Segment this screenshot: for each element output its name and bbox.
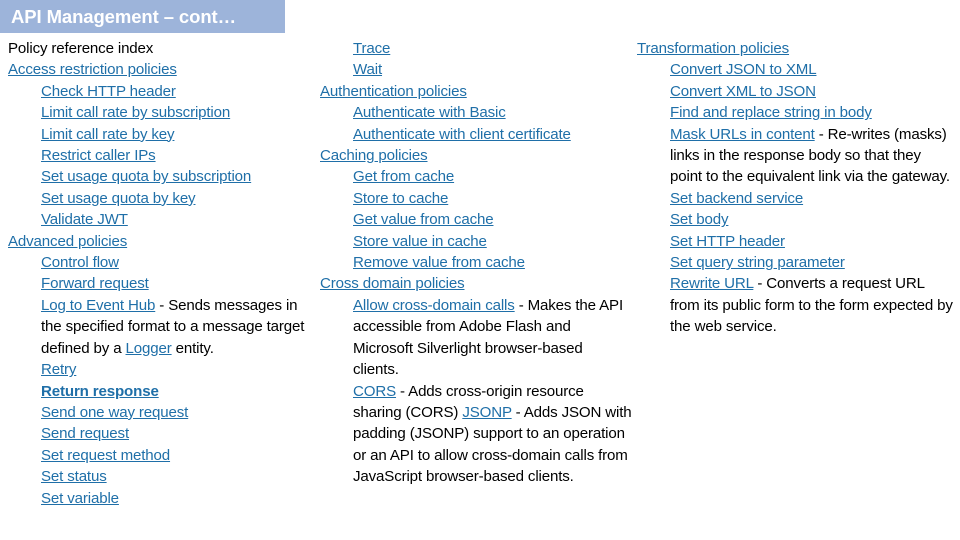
policy-entry-set-request-method[interactable]: Set request method xyxy=(8,445,318,466)
policy-link-get-value-from-cache[interactable]: Get value from cache xyxy=(353,211,494,228)
policy-entry-access-restriction-policies[interactable]: Access restriction policies xyxy=(8,59,318,80)
policy-entry-set-status[interactable]: Set status xyxy=(8,466,318,487)
policy-link-get-from-cache[interactable]: Get from cache xyxy=(353,168,454,185)
policy-entry-advanced-policies[interactable]: Advanced policies xyxy=(8,231,318,252)
policy-entry-set-query-string-parameter[interactable]: Set query string parameter xyxy=(637,252,955,273)
policy-entry-caching-policies[interactable]: Caching policies xyxy=(320,145,632,166)
policy-entry-transformation-policies[interactable]: Transformation policies xyxy=(637,38,955,59)
policy-link-limit-call-rate-by-subscription[interactable]: Limit call rate by subscription xyxy=(41,104,230,121)
policy-entry-log-to-event-hub[interactable]: Log to Event Hub - Sends messages in the… xyxy=(8,295,318,359)
policy-link-rewrite-url-0[interactable]: Rewrite URL xyxy=(670,275,753,292)
slide-title-bar: API Management – cont… xyxy=(0,0,285,33)
policy-entry-authentication-policies[interactable]: Authentication policies xyxy=(320,81,632,102)
policy-entry-wait[interactable]: Wait xyxy=(320,59,632,80)
policy-entry-find-and-replace-string-in-body[interactable]: Find and replace string in body xyxy=(637,102,955,123)
policy-link-set-backend-service[interactable]: Set backend service xyxy=(670,190,803,207)
policy-entry-remove-value-from-cache[interactable]: Remove value from cache xyxy=(320,252,632,273)
policy-link-cross-domain-policies[interactable]: Cross domain policies xyxy=(320,275,465,292)
policy-entry-rewrite-url[interactable]: Rewrite URL - Converts a request URL fro… xyxy=(637,273,955,337)
policy-link-authenticate-with-basic[interactable]: Authenticate with Basic xyxy=(353,104,506,121)
policy-link-set-body[interactable]: Set body xyxy=(670,211,729,228)
policy-entry-convert-xml-to-json[interactable]: Convert XML to JSON xyxy=(637,81,955,102)
policy-link-check-http-header[interactable]: Check HTTP header xyxy=(41,83,176,100)
policy-entry-authenticate-with-client-certificate[interactable]: Authenticate with client certificate xyxy=(320,124,632,145)
policy-link-authenticate-with-client-certificate[interactable]: Authenticate with client certificate xyxy=(353,126,571,143)
policy-link-caching-policies[interactable]: Caching policies xyxy=(320,147,428,164)
policy-entry-policy-reference-index: Policy reference index xyxy=(8,38,318,59)
policy-entry-limit-call-rate-by-key[interactable]: Limit call rate by key xyxy=(8,124,318,145)
policy-link-set-usage-quota-by-key[interactable]: Set usage quota by key xyxy=(41,190,196,207)
policy-link-log-to-event-hub-2[interactable]: Logger xyxy=(126,340,172,357)
policy-entry-retry[interactable]: Retry xyxy=(8,359,318,380)
policy-entry-allow-cross-domain-calls[interactable]: Allow cross-domain calls - Makes the API… xyxy=(320,295,632,381)
policy-entry-cross-domain-policies[interactable]: Cross domain policies xyxy=(320,273,632,294)
policy-entry-control-flow[interactable]: Control flow xyxy=(8,252,318,273)
policy-entry-send-request[interactable]: Send request xyxy=(8,423,318,444)
policy-link-validate-jwt[interactable]: Validate JWT xyxy=(41,211,128,228)
policy-link-set-variable[interactable]: Set variable xyxy=(41,490,119,507)
policy-link-authentication-policies[interactable]: Authentication policies xyxy=(320,83,467,100)
policy-entry-store-to-cache[interactable]: Store to cache xyxy=(320,188,632,209)
policy-link-forward-request[interactable]: Forward request xyxy=(41,275,149,292)
policy-entry-convert-json-to-xml[interactable]: Convert JSON to XML xyxy=(637,59,955,80)
policy-entry-mask-urls-in-content[interactable]: Mask URLs in content - Re-writes (masks)… xyxy=(637,124,955,188)
policy-entry-authenticate-with-basic[interactable]: Authenticate with Basic xyxy=(320,102,632,123)
policy-link-mask-urls-in-content-0[interactable]: Mask URLs in content xyxy=(670,126,815,143)
policy-link-send-request[interactable]: Send request xyxy=(41,425,129,442)
policy-link-find-and-replace-string-in-body[interactable]: Find and replace string in body xyxy=(670,104,872,121)
policy-entry-return-response[interactable]: Return response xyxy=(8,381,318,402)
policy-entry-validate-jwt[interactable]: Validate JWT xyxy=(8,209,318,230)
policy-link-set-status[interactable]: Set status xyxy=(41,468,107,485)
policy-link-set-query-string-parameter[interactable]: Set query string parameter xyxy=(670,254,845,271)
policy-link-log-to-event-hub-0[interactable]: Log to Event Hub xyxy=(41,297,155,314)
policy-description-log-to-event-hub-3: entity. xyxy=(171,339,214,357)
policy-link-remove-value-from-cache[interactable]: Remove value from cache xyxy=(353,254,525,271)
policy-entry-get-from-cache[interactable]: Get from cache xyxy=(320,166,632,187)
policy-link-set-http-header[interactable]: Set HTTP header xyxy=(670,233,785,250)
policy-link-set-request-method[interactable]: Set request method xyxy=(41,447,170,464)
page-title: API Management – cont… xyxy=(11,5,236,27)
policy-entry-store-value-in-cache[interactable]: Store value in cache xyxy=(320,231,632,252)
policy-entry-set-backend-service[interactable]: Set backend service xyxy=(637,188,955,209)
policy-entry-cors-jsonp[interactable]: CORS - Adds cross-origin resource sharin… xyxy=(320,381,632,488)
policy-link-store-to-cache[interactable]: Store to cache xyxy=(353,190,448,207)
policy-entry-set-body[interactable]: Set body xyxy=(637,209,955,230)
policy-entry-set-usage-quota-by-subscription[interactable]: Set usage quota by subscription xyxy=(8,166,318,187)
policy-link-convert-json-to-xml[interactable]: Convert JSON to XML xyxy=(670,61,817,78)
policy-link-cors-jsonp-0[interactable]: CORS xyxy=(353,383,396,400)
policy-link-allow-cross-domain-calls-0[interactable]: Allow cross-domain calls xyxy=(353,297,515,314)
policy-entry-trace[interactable]: Trace xyxy=(320,38,632,59)
policy-entry-set-usage-quota-by-key[interactable]: Set usage quota by key xyxy=(8,188,318,209)
policy-entry-set-variable[interactable]: Set variable xyxy=(8,488,318,509)
policy-link-transformation-policies[interactable]: Transformation policies xyxy=(637,40,789,57)
policy-link-limit-call-rate-by-key[interactable]: Limit call rate by key xyxy=(41,126,175,143)
policy-column-middle: Trace Wait Authentication policies Authenti… xyxy=(320,38,632,488)
policy-label-policy-reference-index: Policy reference index xyxy=(8,40,154,57)
policy-entry-limit-call-rate-by-subscription[interactable]: Limit call rate by subscription xyxy=(8,102,318,123)
policy-entry-check-http-header[interactable]: Check HTTP header xyxy=(8,81,318,102)
policy-link-trace[interactable]: Trace xyxy=(353,40,390,57)
policy-column-right: Transformation policies Convert JSON to X… xyxy=(637,38,955,338)
policy-link-set-usage-quota-by-subscription[interactable]: Set usage quota by subscription xyxy=(41,168,251,185)
policy-link-store-value-in-cache[interactable]: Store value in cache xyxy=(353,233,487,250)
policy-link-restrict-caller-ips[interactable]: Restrict caller IPs xyxy=(41,147,156,164)
policy-reference-columns: Policy reference index Access restriction… xyxy=(0,38,960,538)
policy-link-advanced-policies[interactable]: Advanced policies xyxy=(8,233,127,250)
policy-link-wait[interactable]: Wait xyxy=(353,61,382,78)
policy-entry-forward-request[interactable]: Forward request xyxy=(8,273,318,294)
policy-column-left: Policy reference index Access restriction… xyxy=(8,38,318,509)
policy-entry-send-one-way-request[interactable]: Send one way request xyxy=(8,402,318,423)
policy-link-send-one-way-request[interactable]: Send one way request xyxy=(41,404,188,421)
policy-link-cors-jsonp-2[interactable]: JSONP xyxy=(462,404,511,421)
policy-entry-set-http-header[interactable]: Set HTTP header xyxy=(637,231,955,252)
policy-entry-restrict-caller-ips[interactable]: Restrict caller IPs xyxy=(8,145,318,166)
policy-entry-get-value-from-cache[interactable]: Get value from cache xyxy=(320,209,632,230)
policy-link-access-restriction-policies[interactable]: Access restriction policies xyxy=(8,61,177,78)
policy-link-control-flow[interactable]: Control flow xyxy=(41,254,119,271)
policy-link-retry[interactable]: Retry xyxy=(41,361,76,378)
policy-link-convert-xml-to-json[interactable]: Convert XML to JSON xyxy=(670,83,816,100)
policy-link-return-response[interactable]: Return response xyxy=(41,383,159,400)
